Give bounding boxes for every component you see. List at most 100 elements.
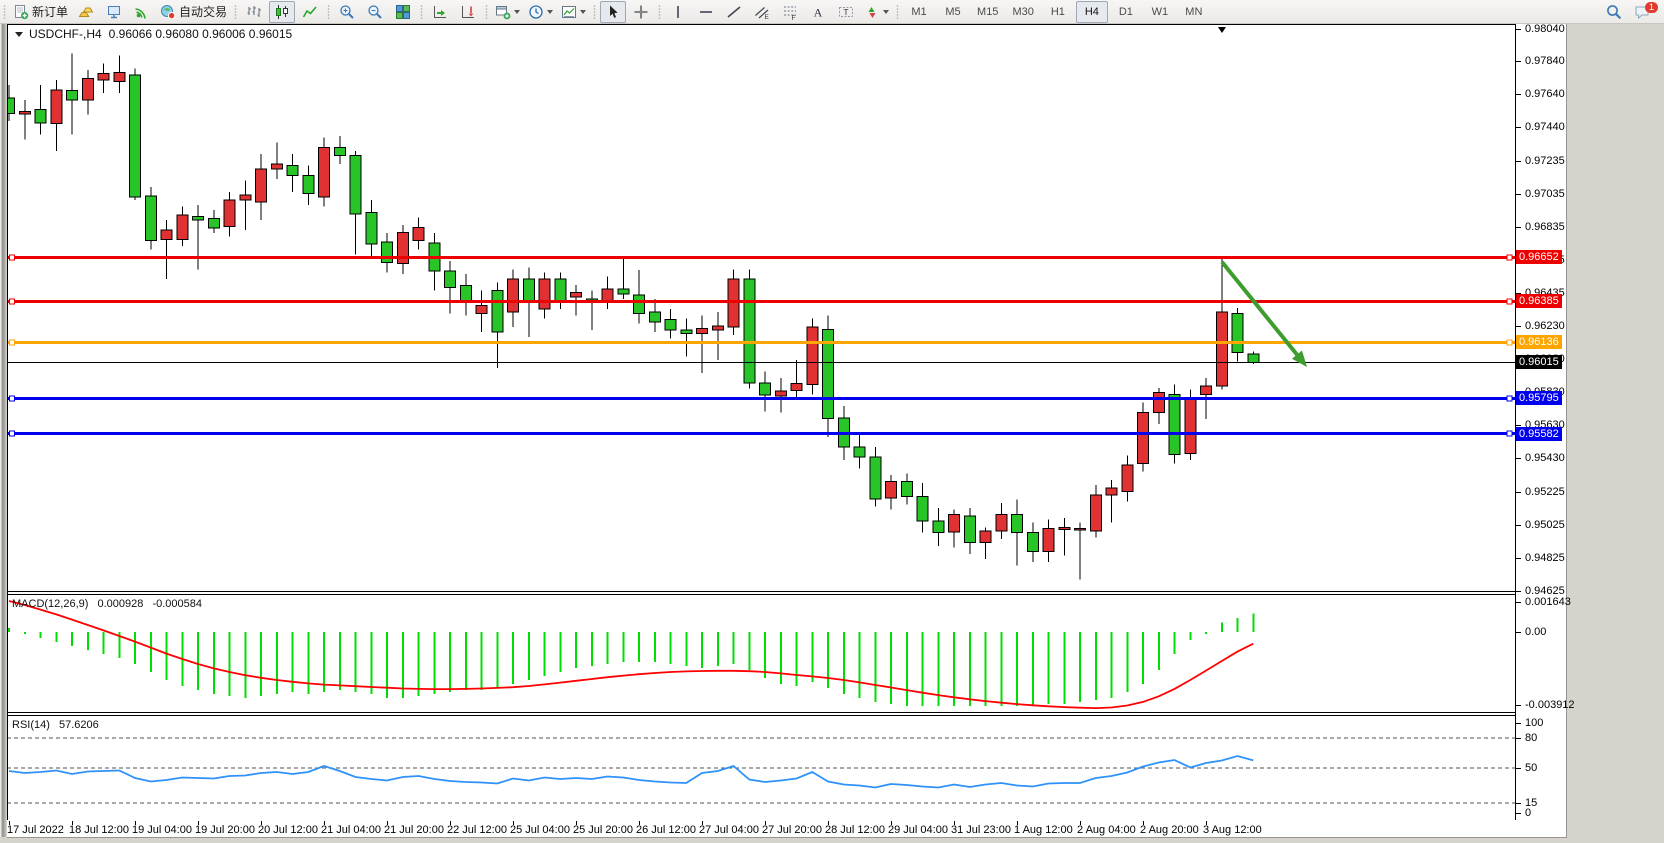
tf-h4-button[interactable]: H4 (1076, 1, 1108, 23)
svg-text:E: E (765, 14, 770, 20)
chevron-down-icon[interactable] (580, 10, 586, 14)
toolbar-grip (592, 4, 596, 20)
new-order-button[interactable]: 新订单 (10, 1, 71, 23)
new-chart-button[interactable] (492, 1, 523, 23)
hline-handle[interactable] (1507, 396, 1512, 401)
notifications-button[interactable]: 1 (1629, 1, 1655, 23)
trendline-icon (726, 4, 742, 20)
crosshair-button[interactable] (628, 1, 654, 23)
chart-plot[interactable] (7, 24, 1516, 821)
auto-scroll-button[interactable] (427, 1, 453, 23)
toolbar-group-trade: 新订单 自动交易 (9, 0, 231, 23)
time-tick-label: 27 Jul 20:00 (762, 824, 822, 836)
signals-button[interactable] (129, 1, 155, 23)
line-chart-button[interactable] (297, 1, 323, 23)
hline-handle[interactable] (10, 255, 15, 260)
label-button[interactable]: T (833, 1, 859, 23)
channel-button[interactable]: E (749, 1, 775, 23)
publish-button[interactable] (101, 1, 127, 23)
tf-m30-button[interactable]: M30 (1006, 1, 1039, 23)
price-tick-label: 0.94825 (1525, 552, 1565, 565)
tf-mn-button[interactable]: MN (1178, 1, 1210, 23)
arrows-button[interactable] (861, 1, 892, 23)
tf-m5-button[interactable]: M5 (937, 1, 969, 23)
svg-text:T: T (843, 6, 848, 16)
candle (697, 329, 708, 334)
hline-handle[interactable] (10, 340, 15, 345)
macd-indicator-label: MACD(12,26,9) 0.000928 -0.000584 (12, 598, 208, 610)
candle (901, 482, 912, 497)
autoscroll-icon (432, 4, 448, 20)
candle (728, 279, 739, 327)
hline-price-label: 0.95795 (1516, 391, 1562, 405)
textA-icon: A (810, 4, 826, 20)
hline-handle[interactable] (10, 299, 15, 304)
candle (67, 91, 78, 100)
price-tick (1516, 458, 1521, 459)
text-button[interactable]: A (805, 1, 831, 23)
zoom-in-button[interactable] (334, 1, 360, 23)
auto-trading-button[interactable]: 自动交易 (157, 1, 230, 23)
time-tick-label: 17 Jul 2022 (7, 824, 64, 836)
chart-dropdown-icon[interactable] (15, 32, 23, 37)
candle (350, 156, 361, 214)
svg-text:F: F (792, 14, 796, 19)
hline-handle[interactable] (1507, 340, 1512, 345)
hline-handle[interactable] (1507, 299, 1512, 304)
candle (334, 148, 345, 156)
candle (1216, 312, 1227, 386)
profiles-button[interactable] (558, 1, 589, 23)
tf-m15-button[interactable]: M15 (971, 1, 1004, 23)
price-tick-label: 0.95430 (1525, 452, 1565, 465)
chevron-down-icon[interactable] (514, 10, 520, 14)
price-tick (1516, 161, 1521, 162)
autotrade-icon (160, 4, 176, 20)
tf-m15-button-label: M15 (977, 6, 998, 18)
zoom-out-icon (367, 4, 383, 20)
candle (1043, 529, 1054, 552)
bar-chart-button[interactable] (241, 1, 267, 23)
zoom-out-button[interactable] (362, 1, 388, 23)
price-tick-label: 0.95025 (1525, 519, 1565, 532)
crosshair-icon (633, 4, 649, 20)
search-button[interactable] (1601, 1, 1627, 23)
hline-handle[interactable] (10, 396, 15, 401)
candle (366, 213, 377, 244)
hline-handle[interactable] (1507, 255, 1512, 260)
chartshift-icon (460, 4, 476, 20)
hline-handle[interactable] (10, 431, 15, 436)
candle (964, 516, 975, 542)
tf-w1-button[interactable]: W1 (1144, 1, 1176, 23)
fibonacci-button[interactable]: F (777, 1, 803, 23)
candle (665, 320, 676, 331)
chart-shift-button[interactable] (455, 1, 481, 23)
candle (1138, 413, 1149, 464)
horizontal-line-button[interactable] (693, 1, 719, 23)
periods-button[interactable] (525, 1, 556, 23)
bars-icon (246, 4, 262, 20)
tile-windows-button[interactable] (390, 1, 416, 23)
chevron-down-icon[interactable] (883, 10, 889, 14)
time-axis[interactable]: 17 Jul 202218 Jul 12:0019 Jul 04:0019 Ju… (7, 820, 1563, 837)
toolbar-grip (657, 4, 661, 20)
deposit-button[interactable] (73, 1, 99, 23)
vertical-line-button[interactable] (665, 1, 691, 23)
macd-tick-label: -0.003912 (1525, 699, 1575, 712)
tf-m1-button[interactable]: M1 (903, 1, 935, 23)
chevron-down-icon[interactable] (547, 10, 553, 14)
toolbar-grip (484, 4, 488, 20)
price-scale[interactable]: 0.980400.978400.976400.974400.972350.970… (1516, 24, 1566, 821)
candle (1153, 393, 1164, 413)
cursor-button[interactable] (600, 1, 626, 23)
tf-d1-button[interactable]: D1 (1110, 1, 1142, 23)
price-tick (1516, 127, 1521, 128)
trendline-button[interactable] (721, 1, 747, 23)
candle (1012, 515, 1023, 533)
candlestick-chart-button[interactable] (269, 1, 295, 23)
tf-h1-button[interactable]: H1 (1042, 1, 1074, 23)
signal-icon (134, 4, 150, 20)
candle (1075, 529, 1086, 531)
hline-handle[interactable] (1507, 431, 1512, 436)
tf-m1-button-label: M1 (911, 6, 926, 18)
vline-icon (670, 4, 686, 20)
